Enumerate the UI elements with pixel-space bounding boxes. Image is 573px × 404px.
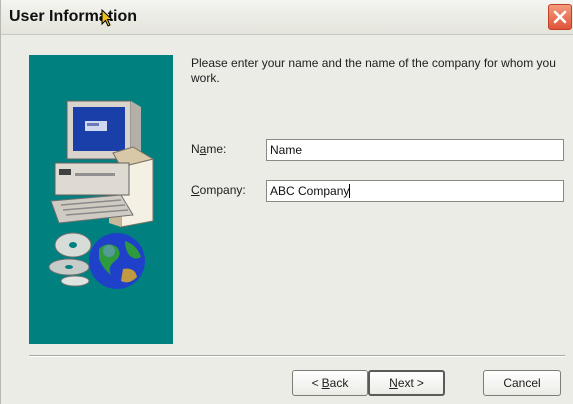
- company-field[interactable]: [266, 180, 564, 202]
- setup-illustration: [29, 55, 173, 344]
- next-button[interactable]: Next >: [368, 370, 445, 396]
- title-bar[interactable]: User Information: [1, 0, 573, 35]
- window-title: User Information: [9, 8, 138, 25]
- company-label: Company:: [191, 183, 246, 197]
- close-button[interactable]: [548, 4, 572, 30]
- user-information-dialog: User Information Please enter your name …: [0, 0, 573, 404]
- cancel-button[interactable]: Cancel: [483, 370, 561, 396]
- close-x-icon: [553, 10, 567, 24]
- instruction-text: Please enter your name and the name of t…: [191, 56, 556, 85]
- footer-divider: [29, 355, 565, 357]
- name-field[interactable]: [266, 139, 564, 161]
- text-caret: [349, 184, 350, 198]
- back-button[interactable]: < Back: [292, 370, 368, 396]
- computer-and-globe-illustration: [48, 100, 155, 289]
- name-label: Name:: [191, 142, 227, 156]
- mouse-pointer-icon: [101, 9, 114, 27]
